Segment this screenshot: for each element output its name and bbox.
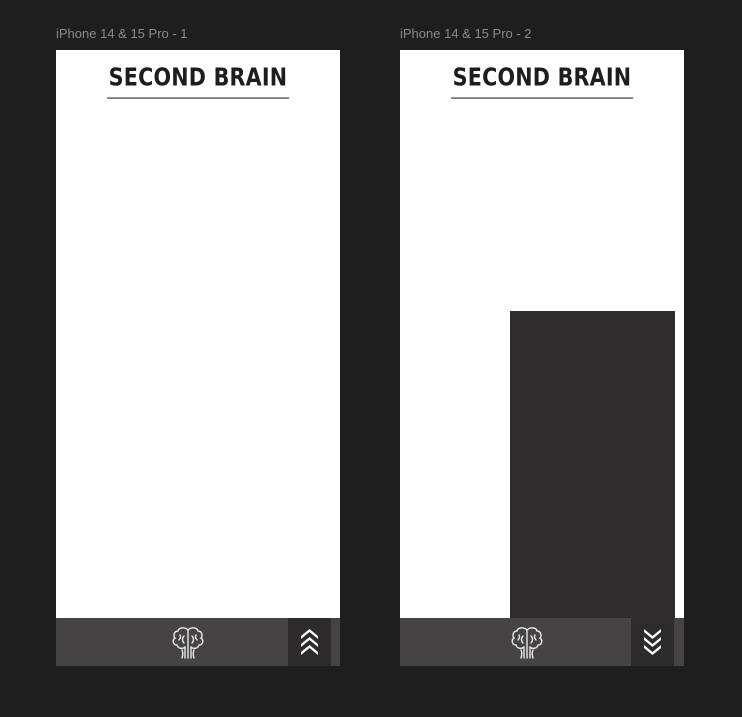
phone-frame-2: SECOND BRAIN [400, 50, 684, 666]
slide-up-panel [510, 311, 675, 618]
scroll-up-button[interactable] [288, 618, 331, 666]
app-header: SECOND BRAIN [400, 63, 684, 99]
app-title: SECOND BRAIN [450, 63, 634, 99]
bottom-tab-bar [56, 618, 340, 666]
frame-label: iPhone 14 & 15 Pro - 2 [400, 26, 532, 41]
phone-frame-1: SECOND BRAIN [56, 50, 340, 666]
app-header: SECOND BRAIN [56, 63, 340, 99]
chevrons-down-icon [644, 629, 661, 655]
brain-icon[interactable] [510, 624, 544, 660]
frame-label: iPhone 14 & 15 Pro - 1 [56, 26, 188, 41]
scroll-down-button[interactable] [631, 618, 674, 666]
brain-icon[interactable] [171, 624, 205, 660]
chevrons-up-icon [301, 629, 318, 655]
app-title: SECOND BRAIN [106, 63, 290, 99]
bottom-tab-bar [400, 618, 684, 666]
